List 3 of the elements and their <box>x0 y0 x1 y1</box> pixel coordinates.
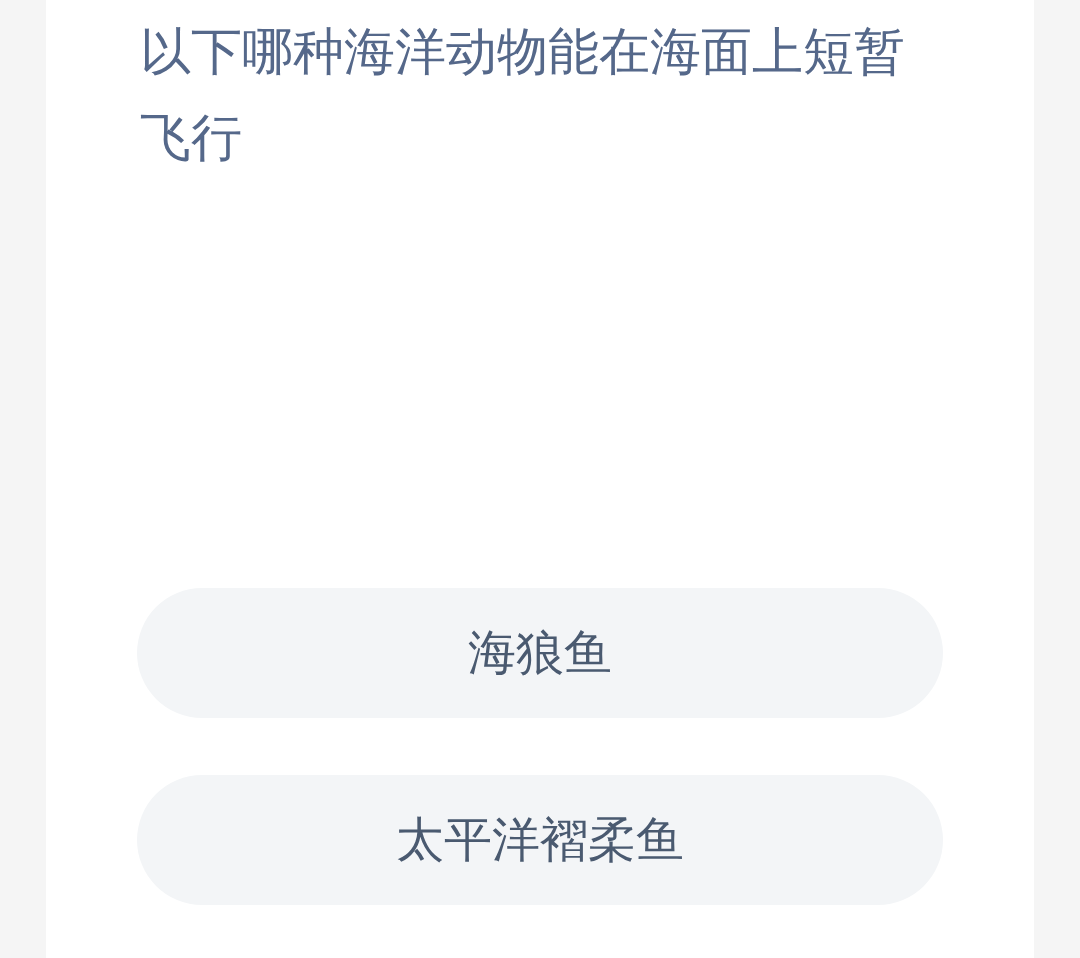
question-text: 以下哪种海洋动物能在海面上短暂飞行 <box>139 21 906 169</box>
answer-option[interactable]: 海狼鱼 <box>137 588 943 718</box>
answer-option[interactable]: 太平洋褶柔鱼 <box>137 775 943 905</box>
